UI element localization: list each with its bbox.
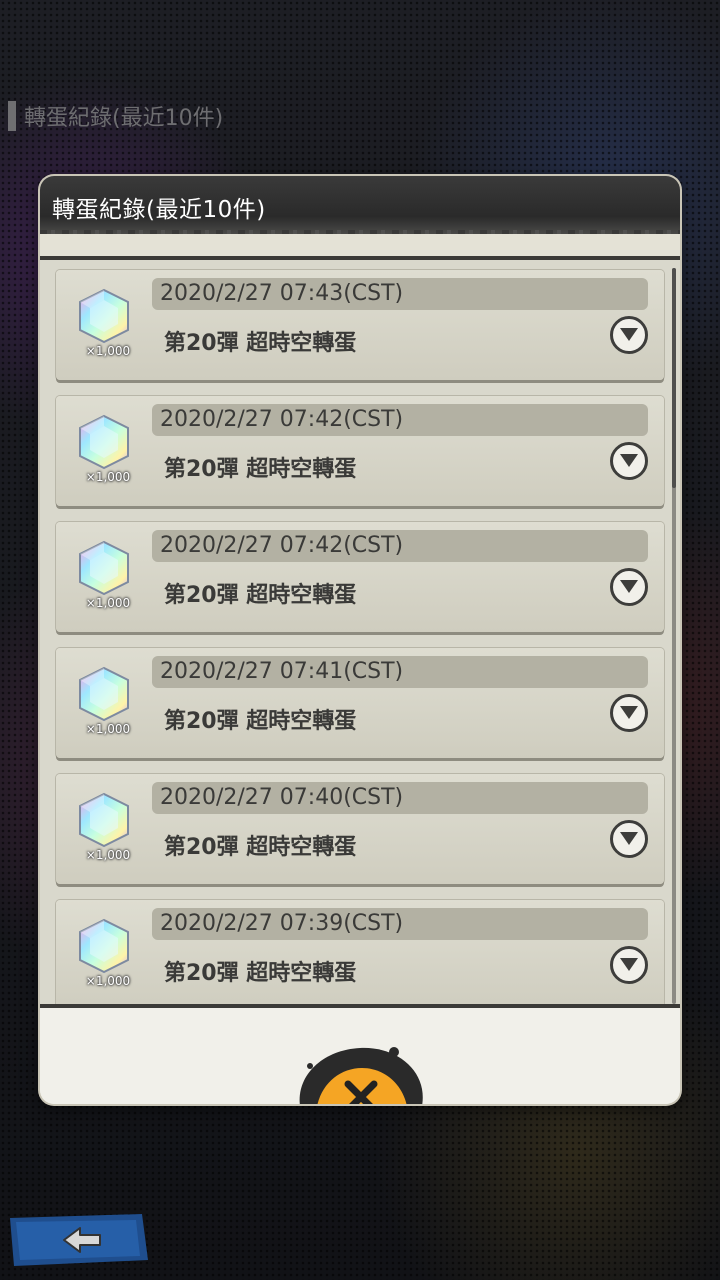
quantity-label: ×1,000: [85, 470, 131, 484]
back-arrow-icon: [10, 1214, 148, 1266]
expand-chevron-icon[interactable]: [610, 946, 648, 984]
record-timestamp: 2020/2/27 07:42(CST): [160, 533, 404, 558]
record-name: 第20彈 超時空轉蛋: [164, 709, 357, 734]
record-timestamp: 2020/2/27 07:42(CST): [160, 407, 404, 432]
expand-chevron-icon[interactable]: [610, 820, 648, 858]
record-list[interactable]: ×1,000 2020/2/27 07:43(CST) 第20彈 超時空轉蛋 ×…: [40, 256, 680, 1008]
record-name: 第20彈 超時空轉蛋: [164, 583, 357, 608]
rainbow-gem-icon: [76, 414, 132, 470]
record-name: 第20彈 超時空轉蛋: [164, 331, 357, 356]
scroll-thumb[interactable]: [672, 268, 676, 488]
record-item[interactable]: ×1,000 2020/2/27 07:39(CST) 第20彈 超時空轉蛋: [56, 900, 664, 1004]
close-button[interactable]: [282, 1032, 438, 1104]
quantity-label: ×1,000: [85, 848, 131, 862]
back-button[interactable]: [6, 1212, 148, 1268]
record-item[interactable]: ×1,000 2020/2/27 07:42(CST) 第20彈 超時空轉蛋: [56, 396, 664, 506]
record-name: 第20彈 超時空轉蛋: [164, 961, 357, 986]
dialog-title: 轉蛋紀錄(最近10件): [52, 197, 266, 223]
background-title-text: 轉蛋紀錄(最近10件): [24, 106, 224, 131]
title-marker: [8, 101, 16, 131]
rainbow-gem-icon: [76, 666, 132, 722]
record-name: 第20彈 超時空轉蛋: [164, 835, 357, 860]
quantity-label: ×1,000: [85, 596, 131, 610]
quantity-label: ×1,000: [85, 974, 131, 988]
background-title: 轉蛋紀錄(最近10件): [8, 100, 223, 132]
quantity-label: ×1,000: [85, 722, 131, 736]
expand-chevron-icon[interactable]: [610, 442, 648, 480]
expand-chevron-icon[interactable]: [610, 694, 648, 732]
rainbow-gem-icon: [76, 540, 132, 596]
dialog-footer: [40, 1008, 680, 1104]
gacha-history-dialog: 轉蛋紀錄(最近10件) ×1,000 2020/2/27 07:43(CST) …: [40, 176, 680, 1104]
record-item[interactable]: ×1,000 2020/2/27 07:43(CST) 第20彈 超時空轉蛋: [56, 270, 664, 380]
record-name: 第20彈 超時空轉蛋: [164, 457, 357, 482]
expand-chevron-icon[interactable]: [610, 316, 648, 354]
expand-chevron-icon[interactable]: [610, 568, 648, 606]
quantity-label: ×1,000: [85, 344, 131, 358]
rainbow-gem-icon: [76, 918, 132, 974]
rainbow-gem-icon: [76, 792, 132, 848]
record-item[interactable]: ×1,000 2020/2/27 07:42(CST) 第20彈 超時空轉蛋: [56, 522, 664, 632]
record-item[interactable]: ×1,000 2020/2/27 07:41(CST) 第20彈 超時空轉蛋: [56, 648, 664, 758]
record-timestamp: 2020/2/27 07:41(CST): [160, 659, 404, 684]
scrollbar[interactable]: [672, 268, 676, 1004]
header-strip: [40, 234, 680, 256]
dialog-header: 轉蛋紀錄(最近10件): [40, 176, 680, 240]
record-timestamp: 2020/2/27 07:39(CST): [160, 911, 404, 936]
record-item[interactable]: ×1,000 2020/2/27 07:40(CST) 第20彈 超時空轉蛋: [56, 774, 664, 884]
record-timestamp: 2020/2/27 07:43(CST): [160, 281, 404, 306]
close-x-icon: [299, 1047, 423, 1104]
rainbow-gem-icon: [76, 288, 132, 344]
record-timestamp: 2020/2/27 07:40(CST): [160, 785, 404, 810]
